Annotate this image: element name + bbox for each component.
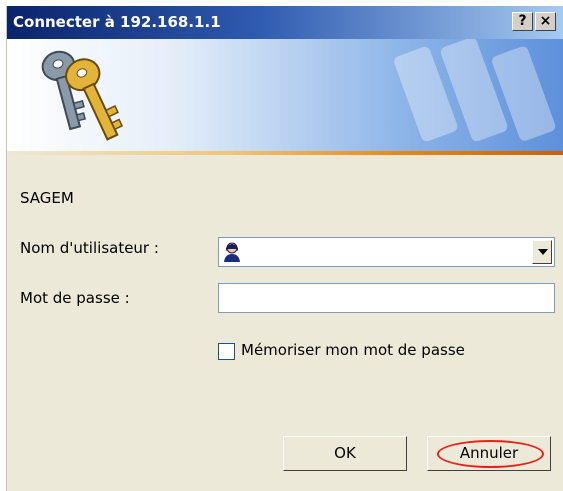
banner-divider <box>7 151 563 155</box>
remember-password-label[interactable]: Mémoriser mon mot de passe <box>241 341 465 359</box>
realm-label: SAGEM <box>20 189 74 207</box>
keys-watermark <box>394 39 556 142</box>
user-icon <box>224 242 240 262</box>
username-combobox[interactable] <box>218 237 555 267</box>
help-button[interactable]: ? <box>512 12 533 31</box>
ok-button[interactable]: OK <box>283 436 407 471</box>
username-label: Nom d'utilisateur : <box>20 239 159 257</box>
remember-password-checkbox[interactable] <box>218 343 235 360</box>
dropdown-arrow-button[interactable] <box>532 240 552 264</box>
chevron-down-icon <box>538 249 548 255</box>
header-banner <box>7 39 563 151</box>
password-field[interactable] <box>218 283 555 313</box>
login-dialog: Connecter à 192.168.1.1 ? × SAGEM Nom d'… <box>6 6 563 491</box>
window-title: Connecter à 192.168.1.1 <box>13 13 221 31</box>
title-bar[interactable]: Connecter à 192.168.1.1 ? × <box>7 6 563 39</box>
cancel-highlight-circle <box>437 440 544 468</box>
password-label: Mot de passe : <box>20 289 130 307</box>
close-button[interactable]: × <box>535 12 556 31</box>
keys-icon <box>41 50 124 141</box>
